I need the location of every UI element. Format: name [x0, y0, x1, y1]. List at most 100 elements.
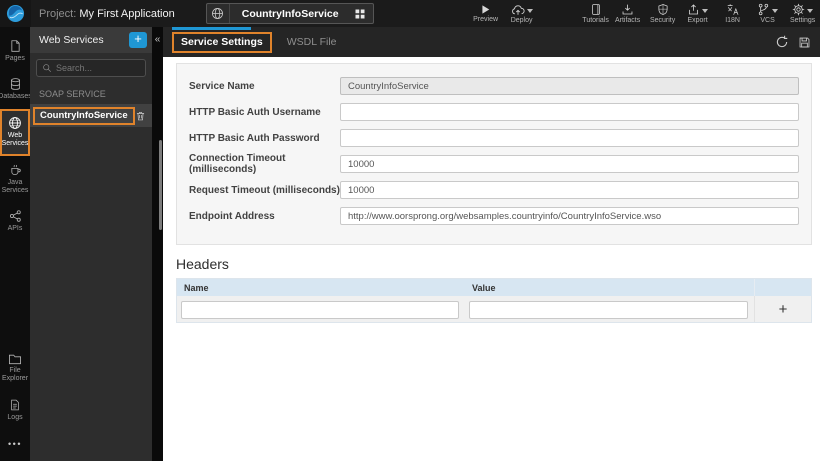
sidebar-item-databases[interactable]: Databases: [0, 70, 32, 108]
service-search-box[interactable]: [36, 59, 146, 77]
field-label: Endpoint Address: [189, 210, 275, 222]
request-timeout-input[interactable]: [340, 181, 799, 199]
caret-down-icon: [526, 8, 533, 13]
collapse-panel-button[interactable]: «: [152, 34, 163, 46]
export-button[interactable]: Export: [682, 0, 714, 27]
preview-button[interactable]: Preview: [470, 0, 502, 27]
gear-icon: [792, 3, 805, 16]
headers-section-title: Headers: [176, 256, 229, 272]
shield-icon: [657, 3, 669, 16]
artifacts-button[interactable]: Artifacts: [612, 0, 644, 27]
globe-icon: [8, 116, 22, 130]
vcs-button[interactable]: VCS: [752, 0, 784, 27]
service-settings-form: Service Name HTTP Basic Auth Username HT…: [176, 63, 812, 245]
main-area: Service Settings WSDL File Service Name …: [163, 27, 820, 461]
header-name-input[interactable]: [181, 300, 459, 319]
http-basic-auth-username-input[interactable]: [340, 103, 799, 121]
search-icon: [42, 63, 52, 73]
form-row-service-name: Service Name: [189, 73, 799, 99]
web-services-panel: Web Services + SOAP SERVICE CountryInfoS…: [30, 27, 152, 461]
field-label: Connection Timeout (milliseconds): [189, 153, 286, 175]
field-label: Service Name: [189, 80, 255, 92]
add-header-button[interactable]: +: [754, 296, 811, 322]
settings-button[interactable]: Settings: [787, 0, 819, 27]
column-header-value: Value: [472, 282, 496, 293]
project-label: Project:: [39, 7, 77, 20]
project-name: My First Application: [79, 7, 175, 20]
field-label: HTTP Basic Auth Password: [189, 132, 320, 144]
service-item-label[interactable]: CountryInfoService: [33, 106, 135, 125]
sidebar-item-pages[interactable]: Pages: [0, 32, 30, 70]
form-row-request-timeout: Request Timeout (milliseconds): [189, 177, 799, 203]
form-row-username: HTTP Basic Auth Username: [189, 99, 799, 125]
service-list-item[interactable]: CountryInfoService: [30, 104, 152, 127]
trash-icon[interactable]: [135, 110, 146, 122]
play-icon: [480, 4, 491, 15]
api-nodes-icon: [9, 209, 22, 223]
grid-icon[interactable]: [351, 8, 373, 20]
endpoint-address-input[interactable]: [340, 207, 799, 225]
deploy-button[interactable]: Deploy: [506, 0, 538, 27]
open-service-tab[interactable]: CountryInfoService: [205, 3, 374, 24]
page-icon: [9, 39, 22, 53]
database-icon: [9, 77, 22, 91]
scrollbar-thumb[interactable]: [159, 140, 162, 230]
form-row-connection-timeout: Connection Timeout (milliseconds): [189, 151, 799, 177]
active-tab-indicator: [172, 27, 251, 30]
export-icon: [687, 3, 700, 16]
headers-table-row: +: [177, 296, 811, 322]
http-basic-auth-password-input[interactable]: [340, 129, 799, 147]
panel-gutter: «: [152, 27, 163, 461]
header-value-input[interactable]: [469, 300, 748, 319]
sidebar-more-button[interactable]: •••: [8, 429, 22, 461]
tab-bar: Service Settings WSDL File: [163, 27, 820, 57]
sidebar-item-apis[interactable]: APIs: [0, 202, 30, 240]
tab-wsdl-file[interactable]: WSDL File: [287, 36, 337, 48]
connection-timeout-input[interactable]: [340, 155, 799, 173]
globe-icon: [207, 4, 230, 23]
translate-icon: [726, 3, 740, 16]
service-tab-label: CountryInfoService: [241, 7, 339, 20]
add-service-button[interactable]: +: [129, 32, 147, 48]
caret-down-icon: [772, 8, 779, 13]
field-label: HTTP Basic Auth Username: [189, 106, 321, 118]
panel-header: Web Services +: [30, 27, 152, 53]
tab-service-settings[interactable]: Service Settings: [172, 31, 272, 53]
security-button[interactable]: Security: [647, 0, 679, 27]
save-icon[interactable]: [798, 36, 811, 49]
tutorials-button[interactable]: Tutorials: [580, 0, 612, 27]
book-icon: [590, 3, 602, 16]
app-logo[interactable]: [0, 0, 31, 27]
git-branch-icon: [757, 3, 770, 16]
caret-down-icon: [702, 8, 709, 13]
soap-service-section-label: SOAP SERVICE: [39, 89, 106, 99]
caret-down-icon: [807, 8, 814, 13]
sidebar-item-java-services[interactable]: Java Services: [0, 156, 30, 203]
panel-title: Web Services: [39, 34, 104, 46]
sidebar-item-web-services[interactable]: Web Services: [0, 108, 30, 156]
service-name-input: [340, 77, 799, 95]
sidebar-item-file-explorer[interactable]: File Explorer: [0, 346, 30, 391]
refresh-icon[interactable]: [775, 35, 789, 49]
i18n-button[interactable]: I18N: [717, 0, 749, 27]
service-settings-content: Service Name HTTP Basic Auth Username HT…: [163, 57, 820, 461]
field-label: Request Timeout (milliseconds): [189, 184, 340, 196]
headers-table-header: Name Value: [177, 279, 811, 296]
topbar-right-actions: Artifacts Security Export I18N VCS Setti…: [612, 0, 820, 27]
folder-icon: [8, 353, 22, 365]
headers-table: Name Value +: [176, 278, 812, 323]
column-header-name: Name: [184, 282, 209, 293]
icon-sidebar: Pages Databases Web Services Java Servic…: [0, 27, 32, 461]
sidebar-item-logs[interactable]: Logs: [0, 391, 30, 429]
coffee-cup-icon: [9, 163, 22, 177]
log-file-icon: [9, 398, 21, 412]
wavemaker-logo-icon: [6, 4, 25, 23]
cloud-upload-icon: [511, 4, 525, 16]
form-row-endpoint-address: Endpoint Address: [189, 203, 799, 229]
project-breadcrumb: Project: My First Application: [39, 8, 175, 20]
download-tray-icon: [621, 3, 634, 16]
top-bar: Project: My First Application CountryInf…: [0, 0, 820, 27]
form-row-password: HTTP Basic Auth Password: [189, 125, 799, 151]
search-input[interactable]: [56, 63, 140, 73]
column-header-actions: [754, 279, 811, 296]
